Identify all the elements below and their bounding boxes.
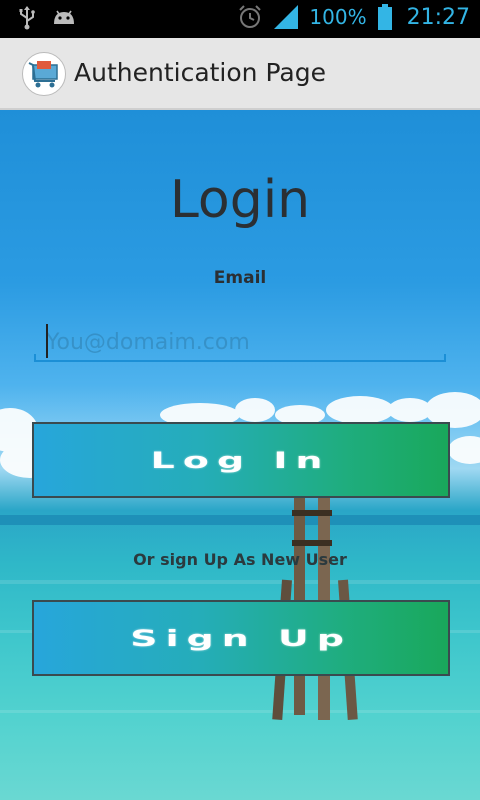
app-title: Authentication Page xyxy=(74,58,326,87)
usb-icon xyxy=(19,6,35,30)
battery-icon xyxy=(377,4,392,30)
status-left-icons xyxy=(18,6,76,30)
action-bar: Authentication Page xyxy=(0,38,480,110)
signup-prompt: Or sign Up As New User xyxy=(133,550,347,569)
login-title: Login xyxy=(169,170,311,230)
text-caret xyxy=(46,324,48,358)
shopping-cart-app-icon[interactable] xyxy=(22,52,66,96)
email-field[interactable] xyxy=(36,320,444,364)
status-right-icons: 100% 21:27 xyxy=(237,4,470,30)
login-button-label: Log In xyxy=(151,446,331,474)
status-bar: 100% 21:27 xyxy=(0,0,480,38)
clock: 21:27 xyxy=(406,4,470,30)
signal-icon xyxy=(274,5,299,29)
alarm-icon xyxy=(239,5,262,28)
auth-content: Login Email Log In Or sign Up As New Use… xyxy=(0,110,480,800)
signup-button-label: Sign Up xyxy=(130,624,352,652)
email-label: Email xyxy=(213,268,267,288)
signup-button[interactable]: Sign Up xyxy=(32,600,450,676)
email-field-underline xyxy=(34,354,446,362)
android-debug-icon xyxy=(54,10,74,24)
battery-percent: 100% xyxy=(309,5,367,29)
login-button[interactable]: Log In xyxy=(32,422,450,498)
